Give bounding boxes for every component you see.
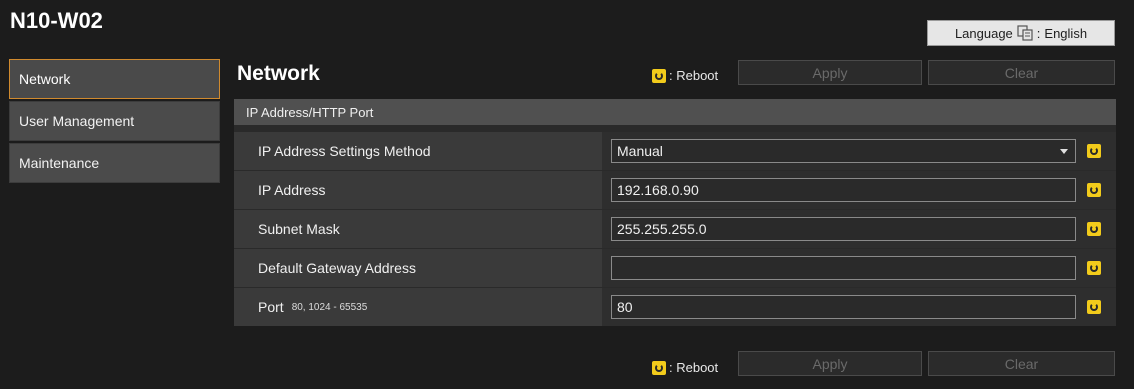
row-label: Subnet Mask bbox=[258, 221, 340, 237]
row-default-gateway: Default Gateway Address bbox=[234, 249, 1116, 287]
reboot-icon bbox=[1087, 144, 1101, 158]
reboot-icon bbox=[652, 360, 666, 375]
sidebar-item-maintenance[interactable]: Maintenance bbox=[9, 143, 220, 183]
row-subnet-mask: Subnet Mask 255.255.255.0 bbox=[234, 210, 1116, 248]
reboot-icon bbox=[652, 68, 666, 83]
row-label: IP Address Settings Method bbox=[258, 143, 431, 159]
reboot-icon bbox=[1087, 183, 1101, 197]
ip-address-input[interactable]: 192.168.0.90 bbox=[611, 178, 1076, 202]
row-label: Default Gateway Address bbox=[258, 260, 416, 276]
port-input[interactable]: 80 bbox=[611, 295, 1076, 319]
row-ip-address: IP Address 192.168.0.90 bbox=[234, 171, 1116, 209]
settings-panel: IP Address/HTTP Port IP Address Settings… bbox=[234, 99, 1116, 326]
apply-button-bottom[interactable]: Apply bbox=[738, 351, 922, 376]
language-label: Language bbox=[954, 25, 1013, 41]
sidebar-item-label: User Management bbox=[19, 113, 135, 129]
row-label: Port 80, 1024 - 65535 bbox=[258, 299, 368, 315]
reboot-legend-top: : Reboot bbox=[652, 68, 718, 83]
row-label: IP Address bbox=[258, 182, 326, 198]
subnet-mask-input[interactable]: 255.255.255.0 bbox=[611, 217, 1076, 241]
apply-button-top[interactable]: Apply bbox=[738, 60, 922, 85]
reboot-legend-bottom: : Reboot bbox=[652, 360, 718, 375]
default-gateway-input[interactable] bbox=[611, 256, 1076, 280]
language-separator: : bbox=[1036, 25, 1041, 41]
ip-settings-method-select[interactable]: Manual bbox=[611, 139, 1076, 163]
sidebar: Network User Management Maintenance bbox=[9, 59, 220, 185]
reboot-legend-label: : Reboot bbox=[669, 360, 719, 375]
clear-button-top[interactable]: Clear bbox=[928, 60, 1115, 85]
app-title: N10-W02 bbox=[10, 8, 103, 33]
sidebar-item-user-management[interactable]: User Management bbox=[9, 101, 220, 141]
row-ip-address-settings-method: IP Address Settings Method Manual bbox=[234, 132, 1116, 170]
reboot-icon bbox=[1087, 300, 1101, 314]
reboot-icon bbox=[1087, 261, 1101, 275]
language-button[interactable]: Language : English bbox=[927, 20, 1115, 46]
port-range-hint: 80, 1024 - 65535 bbox=[291, 301, 368, 313]
chevron-down-icon bbox=[1060, 149, 1068, 154]
reboot-icon bbox=[1087, 222, 1101, 236]
language-icon bbox=[1017, 25, 1033, 41]
sidebar-item-label: Maintenance bbox=[19, 155, 100, 171]
sidebar-item-network[interactable]: Network bbox=[9, 59, 220, 99]
reboot-legend-label: : Reboot bbox=[669, 68, 719, 83]
clear-button-bottom[interactable]: Clear bbox=[928, 351, 1115, 376]
language-value: English bbox=[1044, 25, 1088, 41]
row-port: Port 80, 1024 - 65535 80 bbox=[234, 288, 1116, 326]
section-header: IP Address/HTTP Port bbox=[234, 99, 1116, 125]
page-title: Network bbox=[237, 62, 320, 85]
sidebar-item-label: Network bbox=[19, 71, 71, 87]
